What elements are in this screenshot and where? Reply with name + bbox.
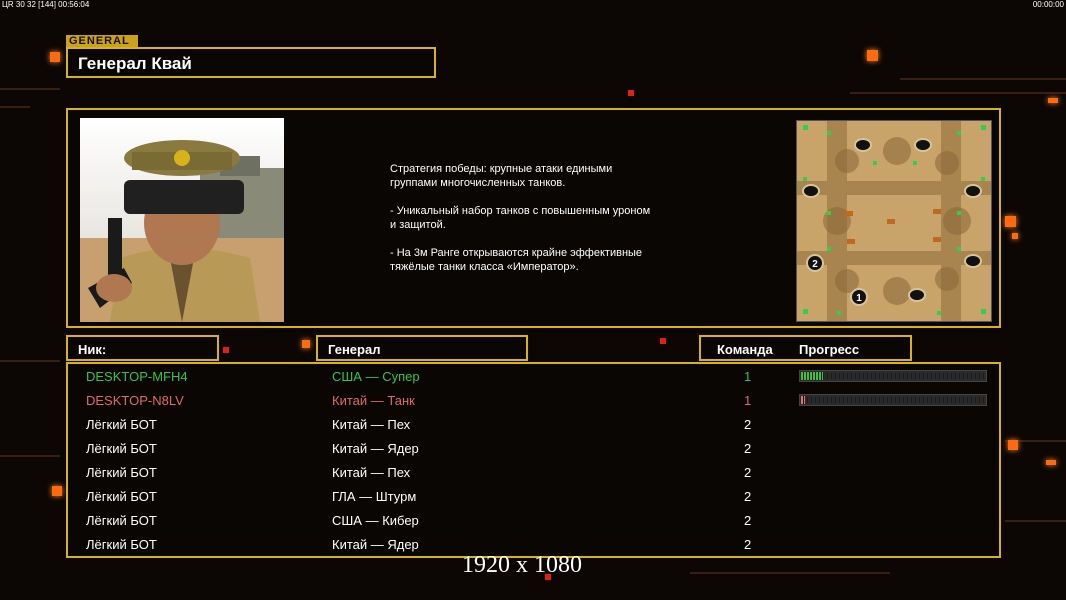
player-general: Китай — Танк [332, 393, 415, 408]
player-nick: Лёгкий БОТ [86, 513, 157, 528]
player-nick: Лёгкий БОТ [86, 441, 157, 456]
general-title: Генерал Квай [78, 54, 192, 73]
player-general: Китай — Ядер [332, 537, 419, 552]
hud-stats: ЦR 30 32 [144] 00:56:04 [2, 0, 90, 9]
column-label-progress: Прогресс [799, 342, 860, 357]
player-team: 2 [744, 465, 752, 480]
player-general: Китай — Пех [332, 417, 411, 432]
column-header-general: Генерал [316, 335, 528, 361]
description-paragraph: Стратегия победы: крупные атаки едиными … [390, 163, 613, 189]
player-team: 2 [744, 441, 752, 456]
player-general: ГЛА — Штурм [332, 489, 417, 504]
player-general: Китай — Пех [332, 465, 411, 480]
start-marker-2: 2 [806, 254, 824, 272]
player-nick: Лёгкий БОТ [86, 465, 157, 480]
player-row: Лёгкий БОТ Китай — Ядер 2 [68, 437, 1003, 461]
hud-clock: 00:00:00 [1032, 0, 1064, 9]
column-header-nick: Ник: [66, 335, 219, 361]
column-header-team-progress: Команда Прогресс [699, 335, 912, 361]
player-row: Лёгкий БОТ Китай — Пех 2 [68, 461, 1003, 485]
svg-text:2: 2 [812, 259, 818, 270]
player-nick: Лёгкий БОТ [86, 417, 157, 432]
player-general: Китай — Ядер [332, 441, 419, 456]
player-team: 1 [744, 393, 752, 408]
progress-fill [801, 396, 805, 404]
player-row: Лёгкий БОТ ГЛА — Штурм 2 [68, 485, 1003, 509]
players-list: DESKTOP-MFH4 США — Супер 1 DESKTOP-N8LV Кита… [66, 362, 1001, 558]
player-general: США — Кибер [332, 513, 419, 528]
player-row: Лёгкий БОТ Китай — Пех 2 [68, 413, 1003, 437]
player-row: DESKTOP-N8LV Китай — Танк 1 [68, 389, 1003, 413]
description-paragraph: - Уникальный набор танков с повышенным у… [390, 205, 651, 231]
general-info-panel: Стратегия победы: крупные атаки едиными … [66, 108, 1001, 328]
player-team: 2 [744, 513, 752, 528]
player-nick: DESKTOP-N8LV [86, 393, 184, 408]
column-label: Генерал [328, 342, 381, 357]
progress-fill [801, 372, 824, 380]
svg-text:1: 1 [856, 293, 862, 304]
strategy-description: Стратегия победы: крупные атаки едиными … [390, 162, 730, 288]
column-label-team: Команда [717, 342, 773, 357]
resolution-label: 1920 x 1080 [462, 552, 582, 578]
progress-bar [799, 370, 987, 382]
general-portrait [80, 118, 284, 322]
player-team: 2 [744, 537, 752, 552]
player-nick: DESKTOP-MFH4 [86, 369, 188, 384]
player-team: 2 [744, 489, 752, 504]
description-paragraph: - На 3м Ранге открываются крайне эффекти… [390, 247, 643, 273]
player-team: 1 [744, 369, 752, 384]
player-nick: Лёгкий БОТ [86, 537, 157, 552]
player-nick: Лёгкий БОТ [86, 489, 157, 504]
column-label: Ник: [78, 342, 107, 357]
player-general: США — Супер [332, 369, 420, 384]
general-title-box: Генерал Квай [66, 47, 436, 78]
map-preview: 2 1 [796, 120, 992, 322]
start-marker-1: 1 [850, 288, 868, 306]
player-team: 2 [744, 417, 752, 432]
player-row: DESKTOP-MFH4 США — Супер 1 [68, 365, 1003, 389]
progress-bar [799, 394, 987, 406]
player-row: Лёгкий БОТ США — Кибер 2 [68, 509, 1003, 533]
